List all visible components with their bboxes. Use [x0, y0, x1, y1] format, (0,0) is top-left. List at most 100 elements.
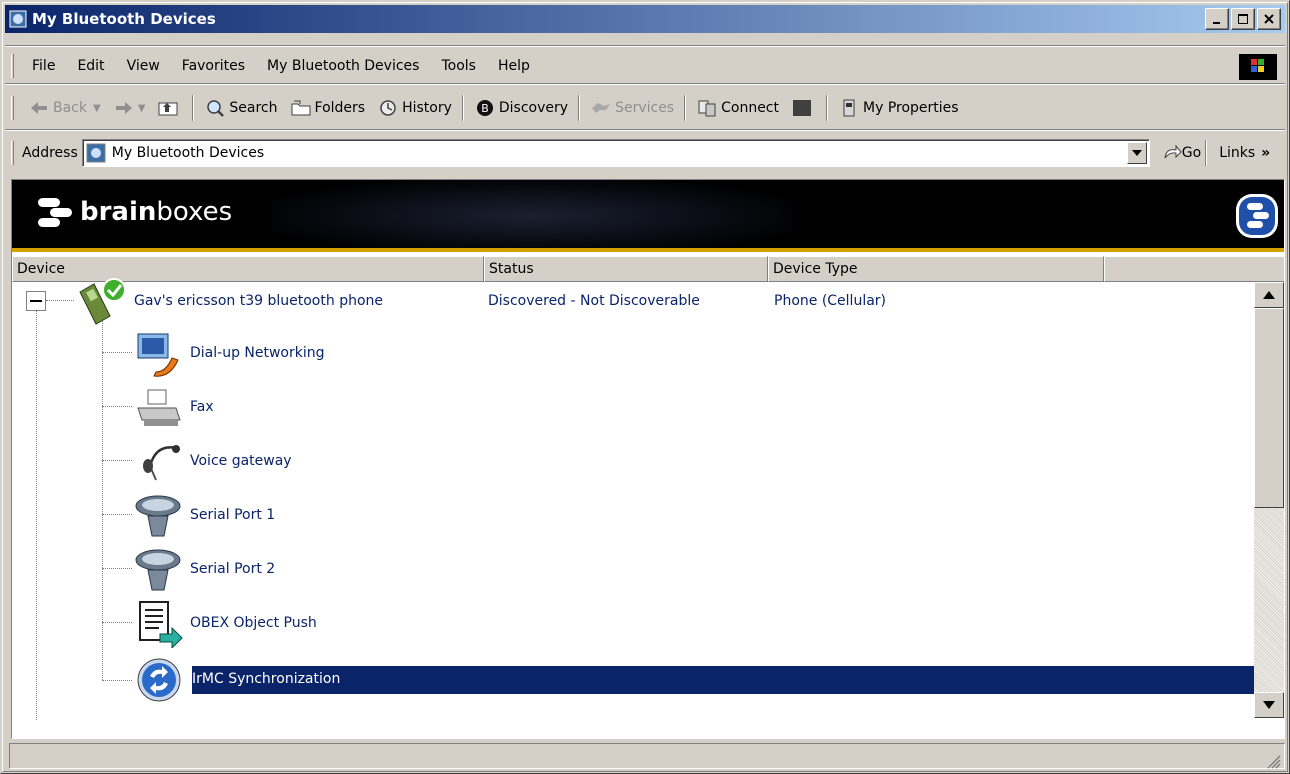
minimize-button[interactable] [1205, 8, 1229, 30]
minimize-icon [1213, 22, 1220, 24]
menu-bar: File Edit View Favorites My Bluetooth De… [5, 51, 1285, 81]
tree-connector [102, 514, 132, 515]
service-row-obex-object-push[interactable]: OBEX Object Push [132, 596, 317, 650]
scroll-down-button[interactable] [1254, 692, 1284, 718]
back-label: Back [53, 100, 87, 116]
up-folder-icon [158, 102, 178, 116]
forward-button[interactable]: ▼ [107, 93, 152, 123]
toolbar-separator [461, 95, 464, 121]
address-bar: Address My Bluetooth Devices Go Links » [5, 135, 1285, 171]
brainboxes-banner: brain boxes [12, 180, 1284, 252]
address-value: My Bluetooth Devices [111, 145, 265, 161]
maximize-button[interactable] [1231, 8, 1255, 30]
address-dropdown-button[interactable] [1126, 142, 1147, 164]
history-label: History [402, 100, 452, 116]
address-input[interactable]: My Bluetooth Devices [81, 139, 1150, 167]
service-row-dial-up-networking[interactable]: Dial-up Networking [132, 326, 325, 380]
connect-button[interactable]: Connect [690, 93, 785, 123]
explorer-window: My Bluetooth Devices File Edit View Favo… [0, 0, 1290, 774]
serial-port-icon [135, 495, 181, 537]
forward-dropdown-icon[interactable]: ▼ [138, 103, 146, 114]
device-tree: Gav's ericsson t39 bluetooth phone Disco… [12, 278, 1254, 720]
discovery-icon: B [476, 100, 493, 116]
back-dropdown-icon[interactable]: ▼ [93, 103, 101, 114]
service-row-serial-port-1[interactable]: Serial Port 1 [132, 488, 275, 542]
toolbar-separator [826, 95, 828, 121]
menu-view[interactable]: View [117, 58, 172, 74]
addressbar-grip[interactable] [11, 141, 14, 165]
service-row-serial-port-2[interactable]: Serial Port 2 [132, 542, 275, 596]
resize-grip-icon[interactable] [1265, 753, 1281, 769]
toolbar-divider [5, 129, 1285, 131]
menu-my-bluetooth-devices[interactable]: My Bluetooth Devices [257, 58, 431, 74]
toolbar-separator [1205, 140, 1208, 166]
menu-edit[interactable]: Edit [67, 58, 116, 74]
history-button[interactable]: History [371, 93, 458, 123]
tree-connector [36, 310, 37, 720]
up-folder-button[interactable] [151, 93, 188, 123]
menu-file[interactable]: File [22, 58, 67, 74]
sync-icon [137, 658, 181, 702]
my-properties-label: My Properties [863, 100, 959, 116]
go-button[interactable]: Go [1162, 144, 1201, 162]
close-button[interactable] [1257, 8, 1281, 30]
service-row-voice-gateway[interactable]: Voice gateway [132, 434, 292, 488]
bluetooth-devices-icon [86, 143, 106, 163]
vertical-scrollbar[interactable] [1254, 282, 1284, 718]
tree-connector [102, 318, 103, 680]
banner-glow [272, 180, 792, 252]
device-name: Gav's ericsson t39 bluetooth phone [134, 293, 383, 309]
disconnect-button[interactable] [785, 93, 822, 123]
svg-text:B: B [481, 102, 489, 115]
toolbar-grip[interactable] [11, 96, 14, 120]
service-row-irmc-synchronization[interactable]: IrMC Synchronization [132, 652, 340, 706]
service-row-fax[interactable]: Fax [132, 380, 214, 434]
tree-connector [102, 680, 132, 681]
services-button[interactable]: Services [584, 93, 680, 123]
folders-button[interactable]: Folders [284, 93, 372, 123]
collapse-toggle[interactable] [26, 291, 46, 311]
search-button[interactable]: Search [198, 93, 283, 123]
menubar-grip[interactable] [11, 54, 14, 78]
phone-connected-icon [79, 278, 126, 325]
obex-push-icon [139, 601, 183, 648]
links-toolbar[interactable]: Links » [1219, 145, 1270, 161]
arrow-up-icon [1263, 291, 1275, 299]
disconnect-icon [793, 100, 811, 116]
status-bar [5, 741, 1285, 771]
standard-toolbar: Back ▼ ▼ Search Folders History B Discov… [5, 89, 1285, 127]
menubar-divider-bottom [5, 83, 1285, 85]
scroll-thumb[interactable] [1254, 308, 1284, 508]
tree-connector [102, 622, 132, 623]
service-label: Dial-up Networking [190, 345, 325, 361]
properties-icon [843, 99, 855, 117]
menu-help[interactable]: Help [488, 58, 542, 74]
menu-tools[interactable]: Tools [431, 58, 488, 74]
scroll-up-button[interactable] [1254, 282, 1284, 308]
discovery-button[interactable]: B Discovery [468, 93, 574, 123]
my-properties-button[interactable]: My Properties [832, 93, 965, 123]
services-icon [592, 103, 611, 113]
dropdown-arrow-icon [1131, 150, 1142, 156]
discovery-label: Discovery [498, 100, 569, 116]
menubar-divider-top [5, 45, 1285, 47]
title-bar[interactable]: My Bluetooth Devices [5, 5, 1285, 33]
service-label: Fax [190, 399, 214, 415]
status-pane [9, 743, 1285, 769]
menu-favorites[interactable]: Favorites [172, 58, 257, 74]
brand-rest-text: boxes [156, 197, 233, 227]
search-icon [207, 100, 225, 117]
fax-printer-icon [137, 389, 181, 426]
device-row[interactable]: Gav's ericsson t39 bluetooth phone Disco… [74, 274, 1254, 328]
service-label: Serial Port 2 [190, 561, 276, 577]
maximize-icon [1238, 14, 1248, 24]
windows-logo-icon [1239, 54, 1277, 80]
back-button[interactable]: Back ▼ [22, 93, 107, 123]
serial-port-icon [135, 549, 181, 591]
service-label: IrMC Synchronization [192, 671, 341, 687]
connect-icon [698, 100, 716, 117]
connect-label: Connect [721, 100, 779, 116]
tree-connector [46, 300, 74, 301]
go-label: Go [1181, 145, 1202, 161]
chevron-right-icon[interactable]: » [1261, 145, 1270, 161]
